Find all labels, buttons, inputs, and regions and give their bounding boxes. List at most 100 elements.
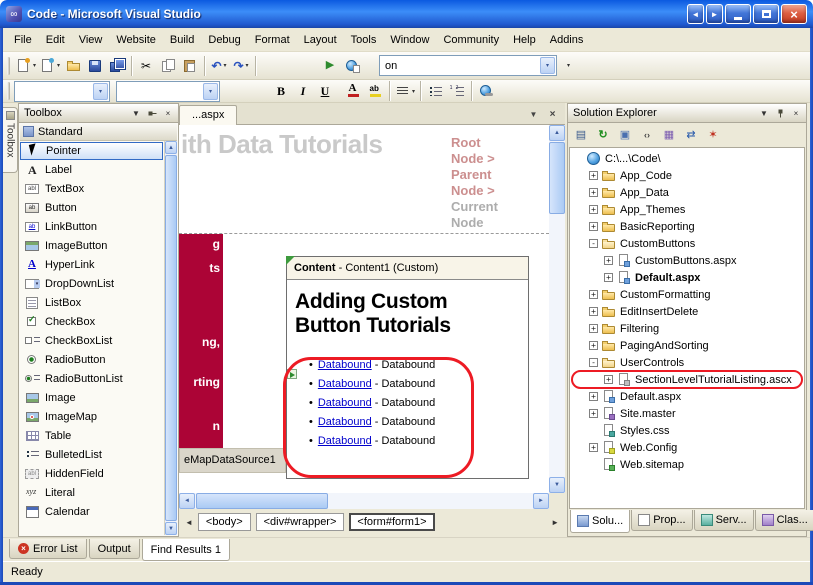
- toolbox-item-linkbutton[interactable]: LinkButton: [20, 217, 164, 236]
- chevron-down-icon[interactable]: ▾: [540, 57, 555, 74]
- bulleted-list-button[interactable]: [424, 82, 446, 101]
- properties-button[interactable]: ▤: [571, 126, 591, 144]
- breadcrumb-item[interactable]: Parent Node >: [451, 167, 495, 198]
- chevron-down-icon[interactable]: ▾: [93, 83, 108, 100]
- toolbox-item-checkboxlist[interactable]: CheckBoxList: [20, 331, 164, 350]
- toolbox-scrollbar[interactable]: ▲ ▼: [164, 141, 177, 535]
- panel-tab-clas[interactable]: Clas...: [755, 510, 813, 531]
- expander-plus-icon[interactable]: +: [589, 307, 598, 316]
- scroll-up-icon[interactable]: ▲: [549, 125, 565, 141]
- tree-item-default-aspx[interactable]: +Default.aspx: [570, 269, 804, 286]
- view-in-browser-button[interactable]: [341, 55, 363, 77]
- databound-link[interactable]: Databound: [318, 378, 372, 390]
- open-file-button[interactable]: [62, 55, 84, 77]
- auto-hide-pin-button[interactable]: [145, 107, 159, 120]
- tree-item-web-config[interactable]: +Web.Config: [570, 439, 804, 456]
- window-nav-left-button[interactable]: ◄: [687, 4, 704, 24]
- font-name-combo[interactable]: ▾: [116, 81, 220, 102]
- aspnet-configuration-button[interactable]: ✶: [703, 126, 723, 144]
- bottom-tab-error-list[interactable]: ×Error List: [9, 539, 87, 559]
- menu-item-format[interactable]: Format: [248, 31, 297, 49]
- menu-item-window[interactable]: Window: [383, 31, 436, 49]
- cut-button[interactable]: ✂: [135, 55, 157, 77]
- tree-item-default-aspx[interactable]: +Default.aspx: [570, 388, 804, 405]
- chevron-down-icon[interactable]: ▾: [224, 62, 227, 69]
- tree-item-web-sitemap[interactable]: Web.sitemap: [570, 456, 804, 473]
- toolbox-side-tab[interactable]: Toolbox: [3, 107, 18, 173]
- expander-plus-icon[interactable]: +: [604, 256, 613, 265]
- toolbox-item-image[interactable]: Image: [20, 388, 164, 407]
- font-color-button[interactable]: [342, 82, 364, 101]
- document-tab-aspx[interactable]: ...aspx: [179, 105, 237, 125]
- alignment-button[interactable]: ▾: [393, 82, 417, 101]
- start-debugging-button[interactable]: ▶: [319, 55, 341, 77]
- tree-item-filtering[interactable]: +Filtering: [570, 320, 804, 337]
- scrollbar-thumb[interactable]: [165, 155, 177, 521]
- tree-item-app-themes[interactable]: +App_Themes: [570, 201, 804, 218]
- databound-link[interactable]: Databound: [318, 435, 372, 447]
- title-bar[interactable]: ∞ Code - Microsoft Visual Studio ◄ ► ×: [0, 0, 813, 28]
- databound-link[interactable]: Databound: [318, 416, 372, 428]
- sitemapdatasource-control[interactable]: eMapDataSource1: [179, 448, 286, 473]
- solution-explorer-header[interactable]: Solution Explorer ▼ ×: [568, 104, 806, 123]
- target-rule-combo[interactable]: ▾: [14, 81, 110, 102]
- tree-item-customformatting[interactable]: +CustomFormatting: [570, 286, 804, 303]
- tree-item-c-code[interactable]: C:\...\Code\: [570, 150, 804, 167]
- chevron-down-icon[interactable]: ▾: [57, 62, 60, 69]
- save-all-button[interactable]: [106, 55, 128, 77]
- tree-item-custombuttons[interactable]: -CustomButtons: [570, 235, 804, 252]
- toolbox-item-imagemap[interactable]: ImageMap: [20, 407, 164, 426]
- close-document-button[interactable]: ×: [545, 107, 560, 122]
- hyperlink-button[interactable]: [475, 82, 497, 101]
- tree-item-custombuttons-aspx[interactable]: +CustomButtons.aspx: [570, 252, 804, 269]
- expander-plus-icon[interactable]: +: [589, 392, 598, 401]
- menu-item-tools[interactable]: Tools: [344, 31, 384, 49]
- menu-item-layout[interactable]: Layout: [297, 31, 344, 49]
- underline-button[interactable]: U: [314, 82, 336, 101]
- menu-item-website[interactable]: Website: [109, 31, 163, 49]
- menu-item-help[interactable]: Help: [506, 31, 543, 49]
- paste-button[interactable]: [179, 55, 201, 77]
- undo-button[interactable]: ↶▾: [208, 55, 230, 77]
- tree-item-app-data[interactable]: +App_Data: [570, 184, 804, 201]
- tag-chip-body[interactable]: <body>: [198, 513, 251, 531]
- copy-button[interactable]: [157, 55, 179, 77]
- designer-horizontal-scrollbar[interactable]: ◄ ►: [179, 493, 549, 509]
- chevron-down-icon[interactable]: ▾: [203, 83, 218, 100]
- italic-button[interactable]: I: [292, 82, 314, 101]
- refresh-button[interactable]: ↻: [593, 126, 613, 144]
- menu-item-build[interactable]: Build: [163, 31, 201, 49]
- expander-minus-icon[interactable]: -: [589, 239, 598, 248]
- bottom-tab-find-results-1[interactable]: Find Results 1: [142, 539, 230, 561]
- tree-item-basicreporting[interactable]: +BasicReporting: [570, 218, 804, 235]
- menu-item-view[interactable]: View: [72, 31, 110, 49]
- tree-item-usercontrols[interactable]: -UserControls: [570, 354, 804, 371]
- toolbox-item-radiobuttonlist[interactable]: RadioButtonList: [20, 369, 164, 388]
- designer-vertical-scrollbar[interactable]: ▲ ▼: [549, 125, 565, 493]
- tree-item-app-code[interactable]: +App_Code: [570, 167, 804, 184]
- window-position-button[interactable]: ▼: [757, 107, 771, 120]
- expander-minus-icon[interactable]: -: [589, 358, 598, 367]
- toolbox-group-standard[interactable]: Standard: [20, 123, 177, 141]
- menu-item-edit[interactable]: Edit: [39, 31, 72, 49]
- toolbar-grip[interactable]: [7, 82, 10, 100]
- highlight-button[interactable]: [364, 82, 386, 101]
- expander-plus-icon[interactable]: +: [604, 375, 613, 384]
- scroll-right-icon[interactable]: ►: [533, 493, 549, 509]
- active-files-dropdown-button[interactable]: ▼: [526, 107, 541, 122]
- expander-plus-icon[interactable]: +: [589, 290, 598, 299]
- tag-chip-form-form1[interactable]: <form#form1>: [349, 513, 434, 531]
- tree-item-editinsertdelete[interactable]: +EditInsertDelete: [570, 303, 804, 320]
- tree-item-pagingandsorting[interactable]: +PagingAndSorting: [570, 337, 804, 354]
- tag-chip-div-wrapper[interactable]: <div#wrapper>: [256, 513, 345, 531]
- menu-item-debug[interactable]: Debug: [201, 31, 247, 49]
- content-placeholder[interactable]: Content - Content1 (Custom) Adding Custo…: [286, 256, 529, 479]
- toolbox-item-literal[interactable]: Literal: [20, 483, 164, 502]
- expander-plus-icon[interactable]: +: [589, 324, 598, 333]
- scroll-left-icon[interactable]: ◄: [179, 493, 195, 509]
- nest-related-files-button[interactable]: ▣: [615, 126, 635, 144]
- toolbar-options-button[interactable]: ▾: [557, 55, 579, 77]
- databound-link[interactable]: Databound: [318, 359, 372, 371]
- scroll-down-icon[interactable]: ▼: [165, 522, 177, 535]
- window-position-button[interactable]: ▼: [129, 107, 143, 120]
